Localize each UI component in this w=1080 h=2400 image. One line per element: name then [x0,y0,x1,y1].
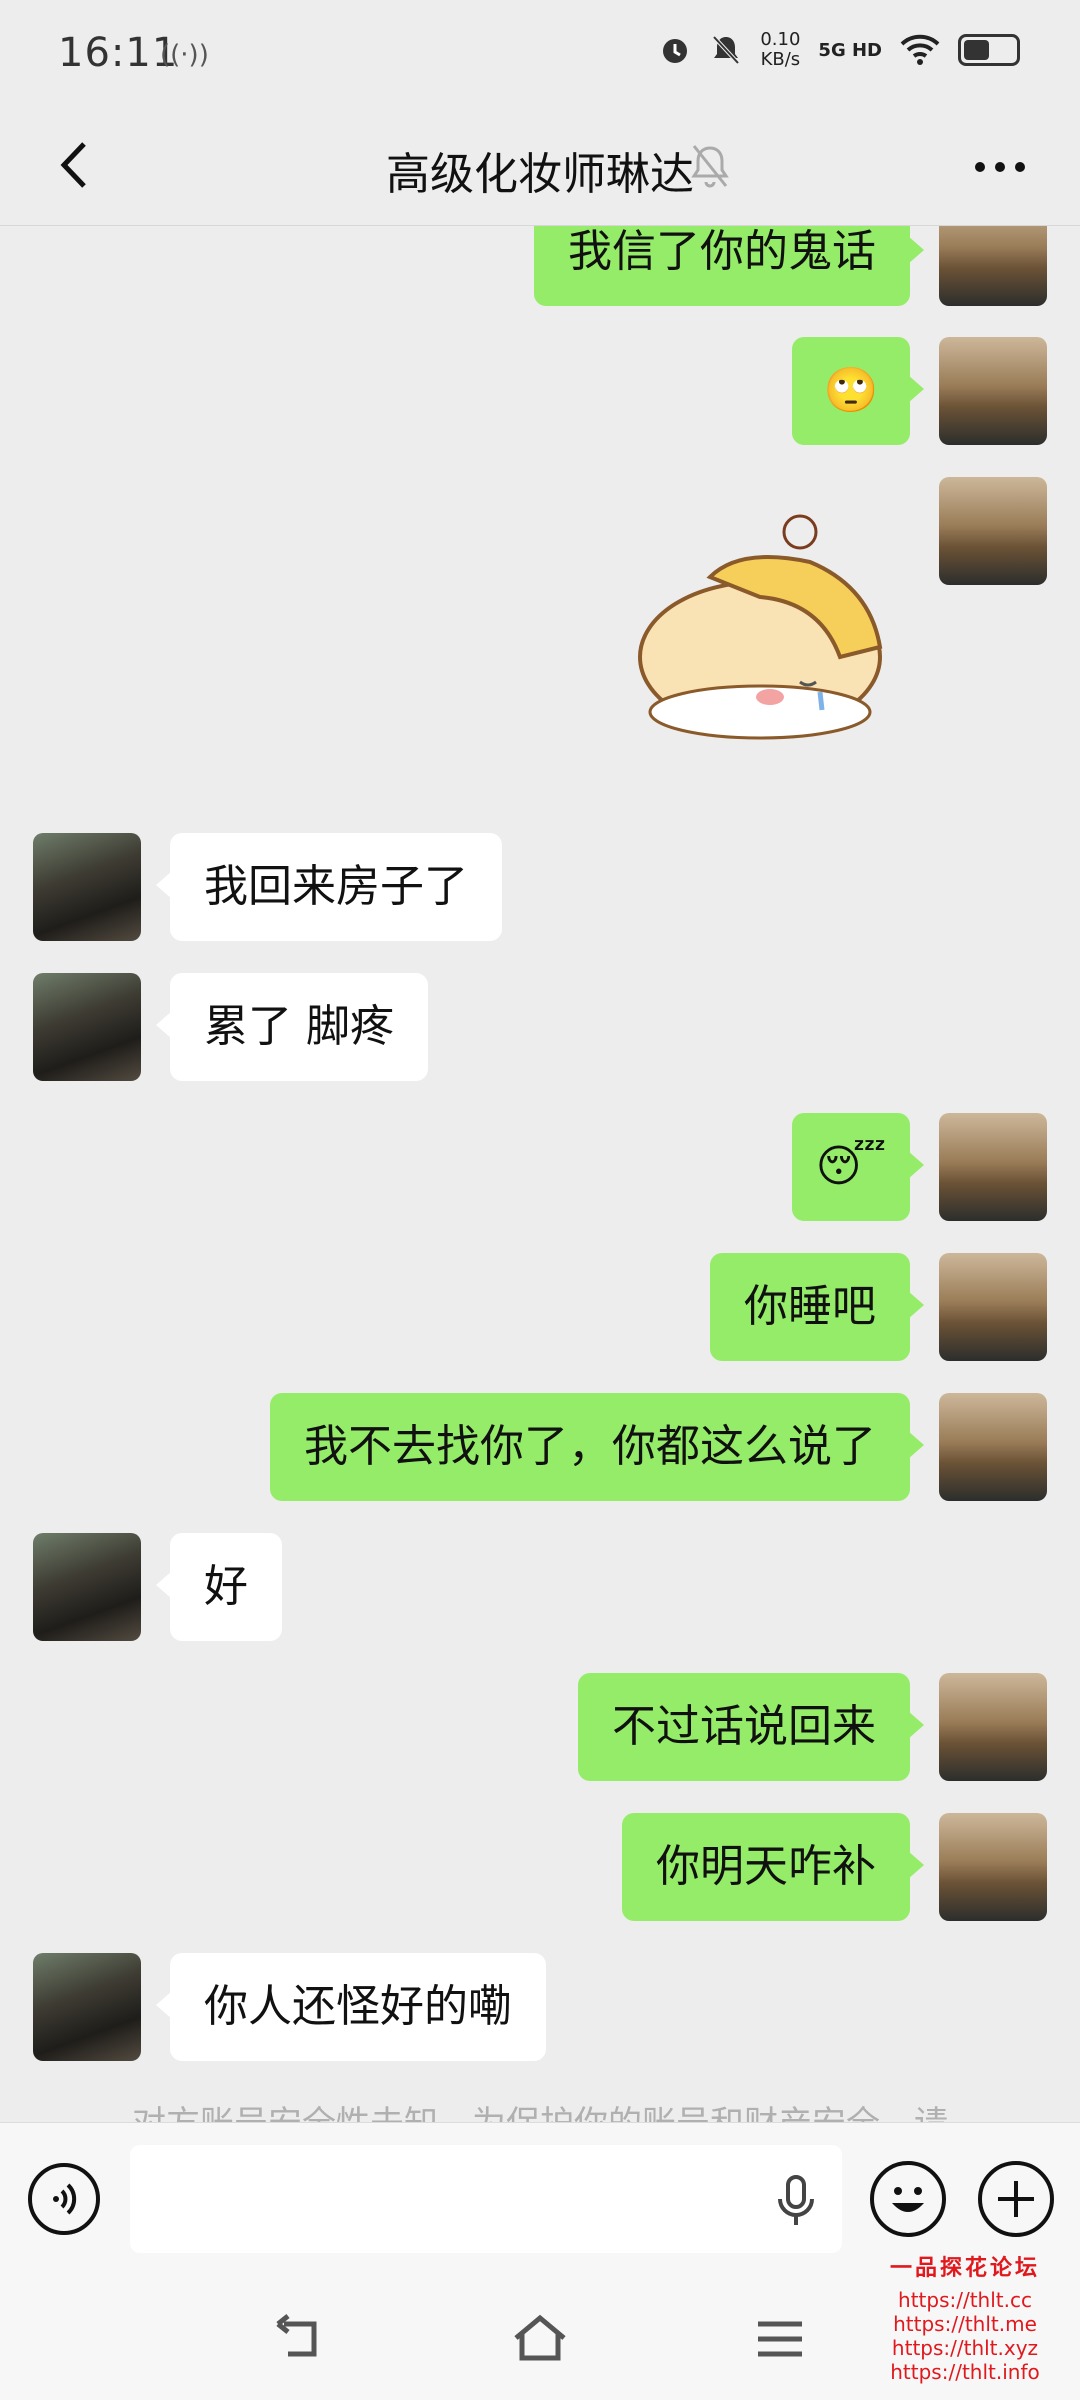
hotspot-icon: ((·)) [160,40,209,70]
my-avatar[interactable] [939,477,1047,585]
message-bubble[interactable]: 我不去找你了，你都这么说了 [270,1393,924,1501]
more-options-button[interactable] [960,132,1040,202]
chat-header: 高级化妆师琳达 [0,110,1080,226]
back-icon[interactable] [270,2314,330,2364]
network-type: 5G HD [818,39,882,61]
my-avatar[interactable] [939,226,1047,306]
watermark-url: https://thlt.me [893,2312,1037,2336]
net-speed-value: 0.10 [760,29,801,50]
my-avatar[interactable] [939,337,1047,445]
message-bubble[interactable]: 你明天咋补 [622,1813,924,1921]
mute-bell-icon [712,35,740,65]
voice-icon [53,2183,77,2215]
message-bubble[interactable]: 我信了你的鬼话 [534,226,924,306]
my-avatar[interactable] [939,1113,1047,1221]
my-avatar[interactable] [939,1813,1047,1921]
chat-area[interactable]: 我信了你的鬼话 🙄 我回来房子了 累了 脚疼 😴 你睡吧 我不去找你了，你都这么… [0,226,1080,2122]
message-bubble[interactable]: 累了 脚疼 [156,973,428,1081]
my-avatar[interactable] [939,1253,1047,1361]
wifi-icon [900,34,940,65]
add-attachment-button[interactable] [978,2161,1054,2237]
contact-avatar[interactable] [33,973,141,1081]
message-bubble[interactable]: 好 [156,1533,282,1641]
sad-hamster-sticker[interactable] [620,507,910,767]
contact-avatar[interactable] [33,1953,141,2061]
message-bubble[interactable]: 不过话说回来 [578,1673,924,1781]
status-icons: 0.10 KB/s 5G HD [658,30,1020,70]
battery-icon [958,34,1020,66]
my-avatar[interactable] [939,1673,1047,1781]
security-notice: 对方账号安全性未知，为保护你的账号和财产安全，请 [0,2096,1080,2122]
watermark: 一品探花论坛 https://thlt.cc https://thlt.me h… [850,2250,1080,2384]
message-bubble[interactable]: 我回来房子了 [156,833,502,941]
net-speed: 0.10 KB/s [760,30,800,70]
emoji-bubble[interactable]: 🙄 [792,337,924,445]
home-icon[interactable] [510,2314,570,2364]
status-bar: 16:11 ((·)) 0.10 KB/s 5G HD [0,0,1080,110]
watermark-title: 一品探花论坛 [889,2256,1040,2281]
mute-icon [691,145,729,188]
message-input[interactable] [130,2145,842,2253]
alarm-icon [663,39,688,63]
contact-avatar[interactable] [33,1533,141,1641]
mic-icon[interactable] [770,2173,822,2229]
plus-icon [998,2181,1034,2217]
message-bubble[interactable]: 你睡吧 [710,1253,924,1361]
net-speed-unit: KB/s [760,49,801,70]
contact-avatar[interactable] [33,833,141,941]
watermark-url: https://thlt.cc [898,2288,1032,2312]
watermark-url: https://thlt.xyz [891,2336,1039,2360]
emoji-button[interactable] [870,2161,946,2237]
watermark-url: https://thlt.info [890,2360,1040,2384]
chat-title[interactable]: 高级化妆师琳达 [0,138,1080,202]
battery-fill [964,40,989,60]
message-bubble[interactable]: 你人还怪好的嘞 [156,1953,546,2061]
my-avatar[interactable] [939,1393,1047,1501]
voice-toggle-button[interactable] [28,2163,100,2235]
emoji-bubble[interactable]: 😴 [792,1113,924,1221]
menu-icon[interactable] [750,2314,810,2364]
emoji-icon [892,2187,924,2212]
